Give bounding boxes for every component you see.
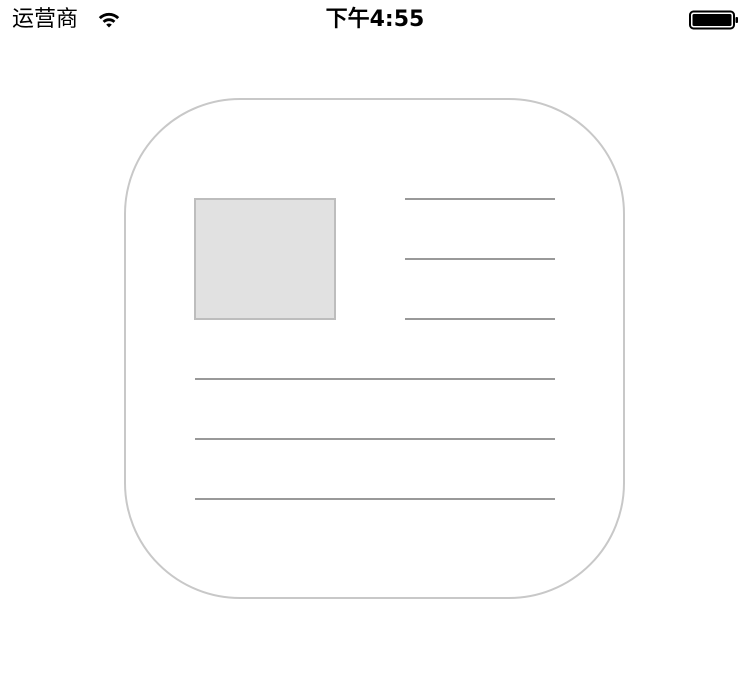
news-placeholder-icon [124, 98, 625, 599]
status-time: 下午4:55 [325, 7, 425, 32]
battery-icon [689, 10, 738, 30]
placeholder-image-box [194, 198, 336, 320]
placeholder-card-outline [124, 98, 625, 599]
status-bar: 运营商 下午4:55 [0, 0, 750, 40]
